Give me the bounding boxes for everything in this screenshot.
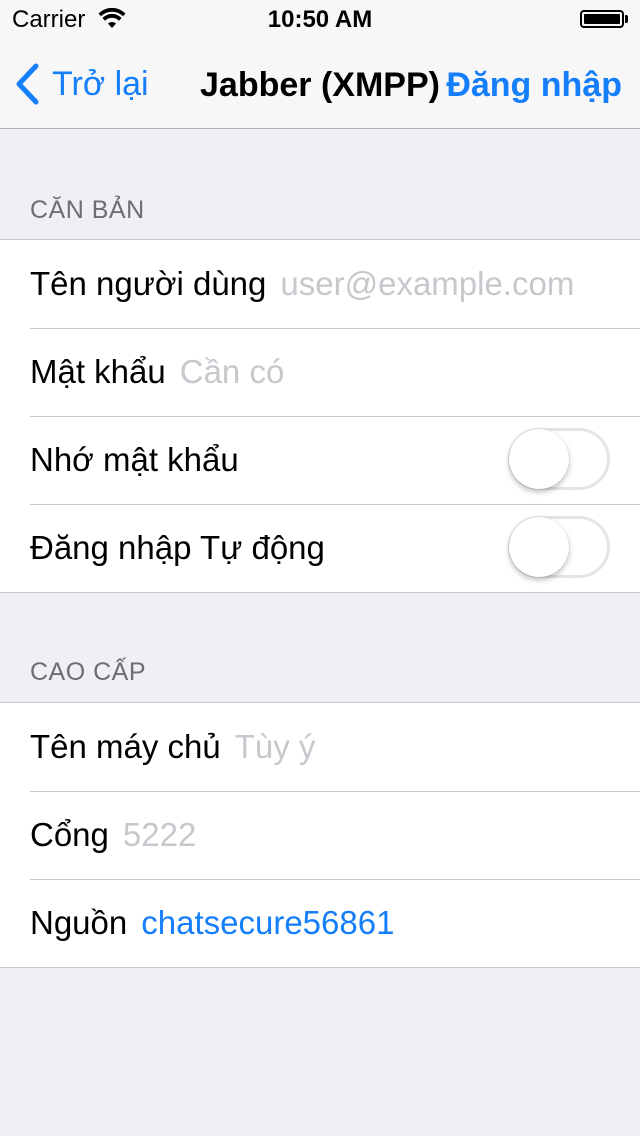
auto-login-label: Đăng nhập Tự động (30, 529, 325, 566)
battery-icon (580, 10, 624, 28)
clock: 10:50 AM (267, 6, 373, 33)
section-header-advanced: CAO CẤP (30, 658, 147, 686)
remember-password-row: Nhớ mật khẩu (0, 416, 640, 504)
toggle-knob (509, 429, 569, 489)
auto-login-row: Đăng nhập Tự động (0, 504, 640, 592)
section-header-basic: CĂN BẢN (30, 196, 145, 224)
basic-group: Tên người dùng Mật khẩu Nhớ mật khẩu Đăn… (0, 239, 640, 593)
hostname-row: Tên máy chủ (0, 703, 640, 791)
username-row: Tên người dùng (0, 240, 640, 328)
navigation-bar: Trở lại Jabber (XMPP) Đăng nhập (0, 40, 640, 128)
chevron-left-icon (16, 63, 39, 105)
password-label: Mật khẩu (30, 353, 166, 390)
remember-password-toggle[interactable] (508, 428, 610, 490)
password-field[interactable] (179, 353, 640, 391)
port-row: Cổng (0, 791, 640, 879)
hostname-label: Tên máy chủ (30, 728, 221, 765)
auto-login-toggle[interactable] (508, 516, 610, 578)
status-bar: Carrier 10:50 AM (0, 0, 640, 40)
advanced-group: Tên máy chủ Cổng Nguồn chatsecure56861 (0, 702, 640, 968)
resource-value[interactable]: chatsecure56861 (141, 904, 394, 942)
resource-row: Nguồn chatsecure56861 (0, 879, 640, 967)
resource-label: Nguồn (30, 904, 128, 941)
top-bar: Carrier 10:50 AM Trở lại Jabber (XMPP) Đ… (0, 0, 640, 129)
username-label: Tên người dùng (30, 265, 267, 302)
page-title: Jabber (XMPP) (200, 66, 440, 104)
battery-tip (625, 15, 628, 23)
password-row: Mật khẩu (0, 328, 640, 416)
back-button[interactable]: Trở lại (14, 62, 149, 106)
port-field[interactable] (122, 816, 640, 854)
back-label: Trở lại (52, 64, 149, 103)
remember-password-label: Nhớ mật khẩu (30, 441, 239, 478)
toggle-knob (509, 517, 569, 577)
port-label: Cổng (30, 816, 109, 853)
username-field[interactable] (280, 265, 640, 303)
login-button[interactable]: Đăng nhập (446, 66, 622, 105)
hostname-field[interactable] (234, 728, 640, 766)
